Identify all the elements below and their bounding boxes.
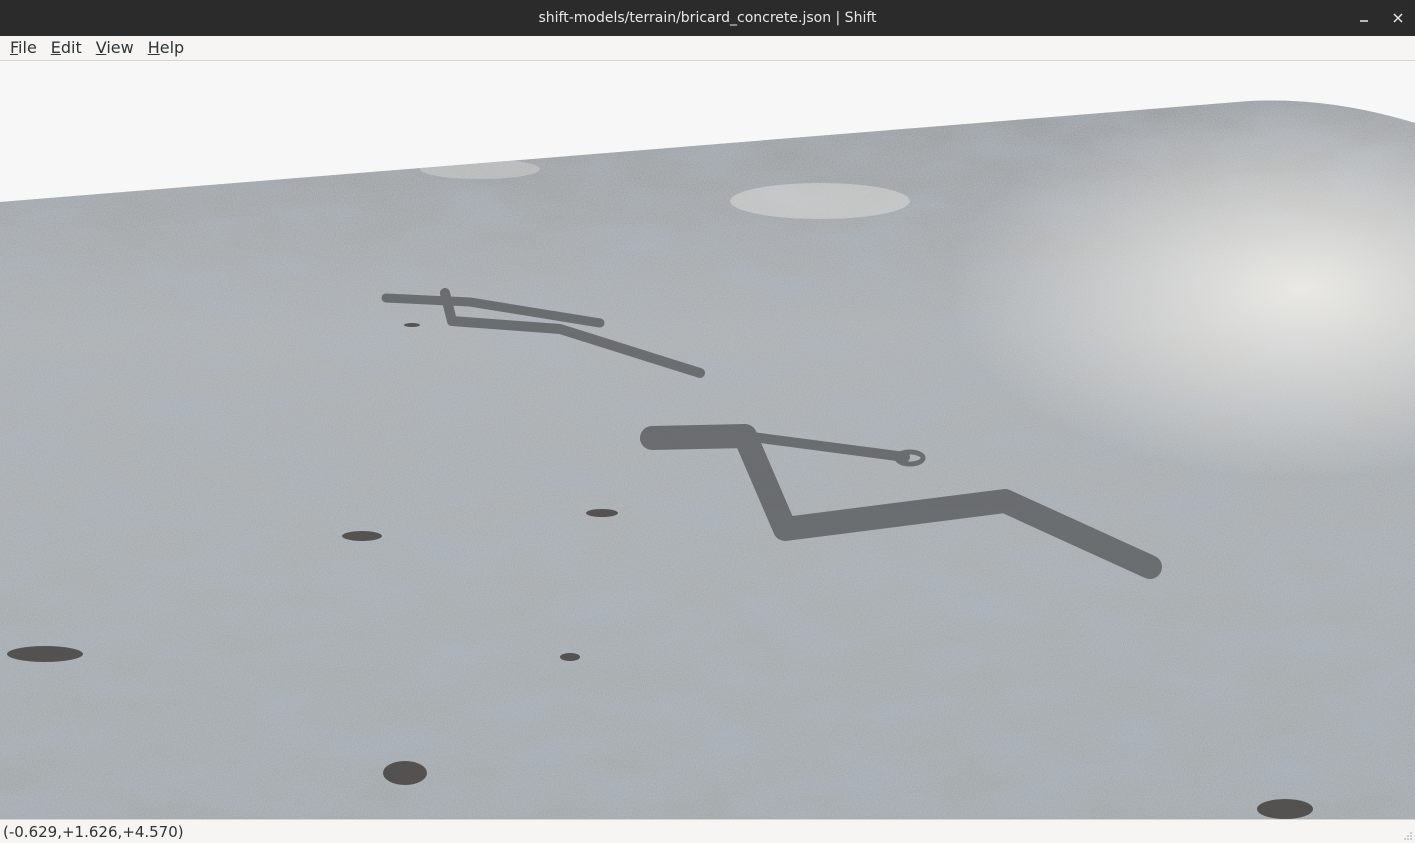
title-bar[interactable]: shift-models/terrain/bricard_concrete.js… bbox=[0, 0, 1415, 36]
menu-edit[interactable]: Edit bbox=[44, 36, 89, 60]
resize-grip-icon[interactable] bbox=[1403, 831, 1413, 841]
close-button[interactable] bbox=[1381, 0, 1415, 36]
menu-help[interactable]: Help bbox=[141, 36, 191, 60]
menu-bar: File Edit View Help bbox=[0, 36, 1415, 61]
close-icon bbox=[1393, 13, 1403, 23]
3d-viewport[interactable] bbox=[0, 61, 1415, 819]
window-controls bbox=[1347, 0, 1415, 36]
window-title: shift-models/terrain/bricard_concrete.js… bbox=[538, 10, 877, 26]
cursor-coordinates: (-0.629,+1.626,+4.570) bbox=[3, 822, 184, 841]
app-window: shift-models/terrain/bricard_concrete.js… bbox=[0, 0, 1415, 843]
terrain-render bbox=[0, 100, 1415, 819]
minimize-button[interactable] bbox=[1347, 0, 1381, 36]
status-bar: (-0.629,+1.626,+4.570) bbox=[0, 819, 1415, 843]
menu-file[interactable]: File bbox=[3, 36, 44, 60]
minimize-icon bbox=[1360, 20, 1368, 22]
menu-view[interactable]: View bbox=[89, 36, 141, 60]
